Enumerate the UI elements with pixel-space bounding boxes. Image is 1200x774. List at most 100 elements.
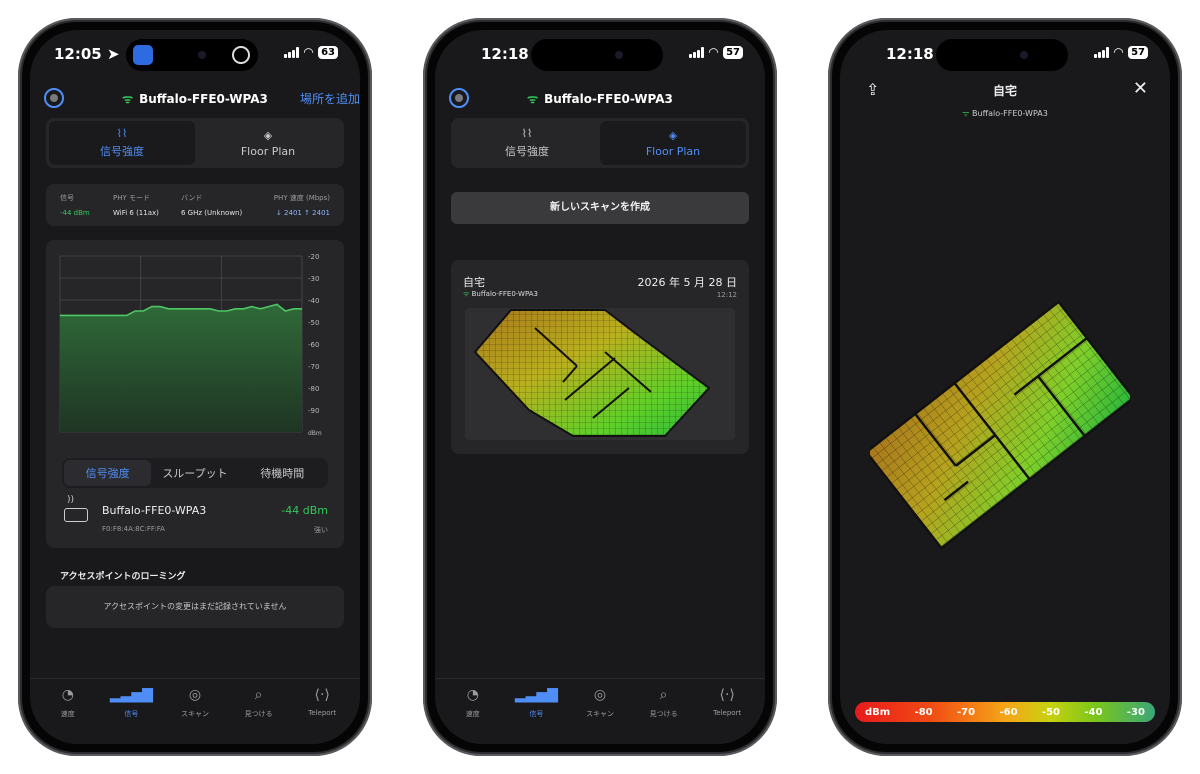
wifi-icon: ᯤ: [527, 92, 539, 106]
radar-icon: ◎: [188, 687, 202, 703]
status-bar: 12:18 ◠ 57: [840, 30, 1170, 74]
ap-signal: -44 dBm: [281, 504, 328, 517]
phy-rate-value: ↓ 2401 ↑ 2401: [275, 209, 330, 217]
signal-area: [60, 304, 302, 432]
wifi-icon: ◠: [1113, 45, 1124, 59]
status-bar: 12:05 ➤ ◠ 63: [30, 30, 360, 74]
tabbar-teleport[interactable]: ⟨·⟩ Teleport: [695, 679, 759, 744]
floor-shape: [473, 309, 711, 437]
teleport-icon: ⟨·⟩: [314, 687, 330, 703]
y-tick-label: -30: [308, 275, 319, 283]
view-switcher: ⌇⌇ 信号強度 ◈ Floor Plan: [46, 118, 344, 168]
signal-value: -44 dBm: [60, 209, 90, 217]
teleport-icon: ⟨·⟩: [719, 687, 735, 703]
router-icon: [64, 495, 88, 522]
tabbar-find[interactable]: ⌕ 見つける: [632, 679, 696, 744]
close-icon[interactable]: ✕: [1133, 78, 1148, 99]
y-tick-label: -20: [308, 253, 319, 261]
dynamic-island[interactable]: [126, 39, 258, 71]
signal-legend: dBm -80 -70 -60 -50 -40 -30: [855, 702, 1155, 722]
tab-signal-strength[interactable]: ⌇⌇ 信号強度: [49, 121, 195, 165]
y-unit-label: dBm: [308, 430, 322, 437]
view-switcher: ⌇⌇ 信号強度 ◈ Floor Plan: [451, 118, 749, 168]
system-indicators: ◠ 57: [688, 45, 743, 59]
cellular-icon: [283, 46, 299, 58]
tabbar-teleport[interactable]: ⟨·⟩ Teleport: [290, 679, 354, 744]
connection-info: 信号 -44 dBm PHY モード WiFi 6 (11ax) バンド 6 GHz …: [46, 184, 344, 226]
status-time: 12:05 ➤: [54, 45, 120, 63]
tab-bar: ◔ 速度 ▂▃▅▇ 信号 ◎ スキャン ⌕ 見つける ⟨·⟩ Teleport: [435, 678, 765, 744]
screen: 12:18 ◠ 57 ⇪ 自宅 ✕ ᯤ Buffalo-FFE0-WPA3 dB…: [840, 30, 1170, 744]
app-icon: [133, 45, 153, 65]
signal-icon: ⌇⌇: [521, 127, 533, 140]
heatmap-thumbnail: [465, 308, 735, 440]
scan-ssid: ᯤ Buffalo-FFE0-WPA3: [463, 290, 538, 298]
tabbar-speed[interactable]: ◔ 速度: [441, 679, 505, 744]
scan-card[interactable]: 自宅 2026 年 5 月 28 日 ᯤ Buffalo-FFE0-WPA3 1…: [451, 260, 749, 454]
tabbar-scan[interactable]: ◎ スキャン: [568, 679, 632, 744]
access-point-row[interactable]: Buffalo-FFE0-WPA3 F0:F8:4A:8C:FF:FA -44 …: [62, 495, 328, 540]
y-tick-label: -40: [308, 297, 319, 305]
status-bar: 12:18 ◠ 57: [435, 30, 765, 74]
tabbar-find[interactable]: ⌕ 見つける: [227, 679, 291, 744]
nav-bar: ᯤ Buffalo-FFE0-WPA3 場所を追加: [30, 88, 360, 114]
wifi-icon: ᯤ: [962, 109, 973, 118]
ap-name: Buffalo-FFE0-WPA3: [102, 504, 207, 517]
wifi-icon: ᯤ: [122, 92, 134, 106]
recording-ring-icon: [232, 46, 250, 64]
locate-icon: ⌕: [254, 687, 263, 703]
phone-heatmap-detail: 12:18 ◠ 57 ⇪ 自宅 ✕ ᯤ Buffalo-FFE0-WPA3 dB…: [828, 18, 1182, 756]
battery-icon: 57: [1128, 45, 1148, 59]
network-title: ᯤ Buffalo-FFE0-WPA3: [527, 92, 673, 106]
phone-signal-view: 12:05 ➤ ◠ 63 ᯤ Buffalo-FFE0-WPA3 場所を追加 ⌇⌇…: [18, 18, 372, 756]
signal-bars-icon: ▂▃▅▇: [514, 687, 558, 703]
band-value: 6 GHz (Unknown): [181, 209, 243, 217]
signal-icon: ⌇⌇: [116, 127, 128, 140]
tabbar-scan[interactable]: ◎ スキャン: [163, 679, 227, 744]
status-time: 12:18: [481, 45, 529, 63]
floor-shape: [870, 300, 1130, 550]
system-indicators: ◠ 57: [1093, 45, 1148, 59]
wifi-icon: ◠: [708, 45, 719, 59]
gauge-icon: ◔: [466, 687, 479, 703]
scan-title: 自宅: [463, 276, 485, 289]
wifi-icon: ◠: [303, 45, 314, 59]
ap-mac: F0:F8:4A:8C:FF:FA: [102, 525, 165, 533]
locate-icon: ⌕: [659, 687, 668, 703]
screen: 12:18 ◠ 57 ᯤ Buffalo-FFE0-WPA3 ⌇⌇ 信号強度 ◈ Fl…: [435, 30, 765, 744]
scan-time: 12:12: [716, 291, 737, 299]
tab-signal[interactable]: 信号強度: [64, 460, 152, 486]
battery-icon: 57: [723, 45, 743, 59]
new-scan-button[interactable]: 新しいスキャンを作成: [451, 192, 749, 224]
tab-floor-plan[interactable]: ◈ Floor Plan: [195, 121, 341, 165]
camera-icon: [198, 51, 206, 59]
battery-icon: 63: [318, 45, 338, 59]
tab-floor-plan[interactable]: ◈ Floor Plan: [600, 121, 746, 165]
status-time: 12:18: [886, 45, 934, 63]
tab-bar: ◔ 速度 ▂▃▅▇ 信号 ◎ スキャン ⌕ 見つける ⟨·⟩ Teleport: [30, 678, 360, 744]
nav-bar: ᯤ Buffalo-FFE0-WPA3: [435, 88, 765, 114]
tabbar-signal[interactable]: ▂▃▅▇ 信号: [505, 679, 569, 744]
ap-quality: 強い: [314, 526, 328, 534]
y-tick-label: -70: [308, 363, 319, 371]
floor-heatmap-large: [870, 300, 1130, 550]
floor-heatmap: [473, 309, 711, 437]
page-title: 自宅: [992, 84, 1017, 98]
cellular-icon: [1093, 46, 1109, 58]
y-tick-label: -50: [308, 319, 319, 327]
scan-date: 2026 年 5 月 28 日: [637, 276, 737, 289]
y-tick-label: -60: [308, 341, 319, 349]
tabbar-speed[interactable]: ◔ 速度: [36, 679, 100, 744]
radar-icon: ◎: [593, 687, 607, 703]
signal-chart-card: -20 -30 -40 -50 -60 -70 -80 -90 dBm 信号強度 スループット …: [46, 240, 344, 548]
add-location-button[interactable]: 場所を追加: [300, 90, 360, 107]
screen: 12:05 ➤ ◠ 63 ᯤ Buffalo-FFE0-WPA3 場所を追加 ⌇⌇…: [30, 30, 360, 744]
tab-signal-strength[interactable]: ⌇⌇ 信号強度: [454, 121, 600, 165]
signal-chart: -20 -30 -40 -50 -60 -70 -80 -90 dBm: [59, 253, 322, 437]
roaming-heading: アクセスポイントのローミング: [60, 572, 186, 582]
chart-tabs: 信号強度 スループット 待機時間: [62, 458, 328, 488]
tab-throughput[interactable]: スループット: [151, 460, 238, 486]
tabbar-signal[interactable]: ▂▃▅▇ 信号: [100, 679, 164, 744]
tab-latency[interactable]: 待機時間: [239, 460, 326, 486]
dynamic-island: [531, 39, 663, 71]
